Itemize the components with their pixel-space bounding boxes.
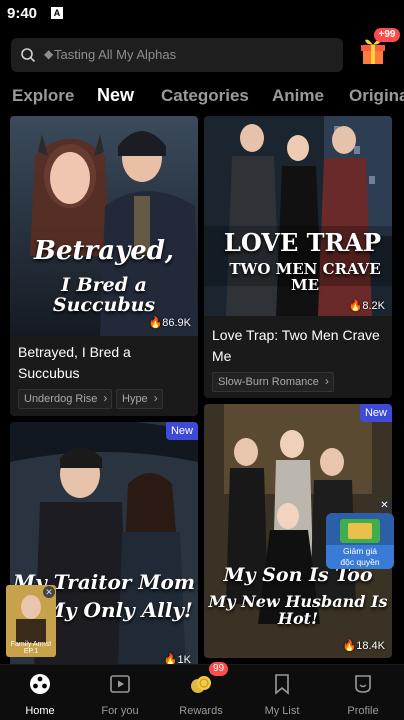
nav-label: Profile <box>347 705 379 717</box>
mini-player-episode: Family Armst EP.1 <box>6 641 56 655</box>
tab-new[interactable]: New <box>97 85 134 106</box>
gift-badge: +99 <box>374 28 400 42</box>
flame-icon: 🔥 <box>148 317 163 329</box>
card-title[interactable]: Betrayed, I Bred a Succubus <box>18 342 190 384</box>
new-badge: New <box>359 404 392 422</box>
mini-player-close-icon[interactable]: ✕ <box>43 586 55 598</box>
promo-popup[interactable]: Giảm giá độc quyền <box>326 513 394 569</box>
tab-explore[interactable]: Explore <box>12 86 74 106</box>
nav-profile[interactable]: Profile <box>323 665 403 720</box>
gift-button[interactable]: +99 <box>357 28 401 68</box>
new-badge: New <box>165 422 198 440</box>
coins-icon <box>191 676 211 693</box>
view-count: 🔥8.2K <box>349 299 385 312</box>
promo-line2: độc quyền <box>340 557 380 567</box>
notification-app-icon: A <box>51 7 63 19</box>
poster-title-line2: TWO MEN CRAVE ME <box>229 260 381 294</box>
flame-icon: 🔥 <box>342 640 357 652</box>
status-bar: 9:40 A <box>0 0 404 28</box>
card-title[interactable]: Love Trap: Two Men Crave Me <box>212 325 384 367</box>
nav-label: Rewards <box>179 705 223 717</box>
view-count-value: 8.2K <box>362 300 385 312</box>
rewards-badge: 99 <box>209 662 229 676</box>
nav-label: For you <box>101 705 139 717</box>
nav-for-you[interactable]: For you <box>80 665 160 720</box>
genre-tag[interactable]: Hype <box>116 389 163 409</box>
nav-home[interactable]: Home <box>0 665 80 720</box>
bottom-nav: Home For you Rewards My List Profile <box>0 664 404 720</box>
drama-card[interactable]: LOVE TRAP TWO MEN CRAVE ME 🔥8.2K Love Tr… <box>204 116 392 398</box>
poster-title-line1: Betrayed, <box>34 236 174 266</box>
card-poster[interactable]: Betrayed, I Bred a Succubus 🔥86.9K <box>10 116 198 336</box>
card-poster[interactable]: LOVE TRAP TWO MEN CRAVE ME 🔥8.2K <box>204 116 392 316</box>
view-count: 🔥86.9K <box>149 316 191 329</box>
mini-player-episode-number: EP.1 <box>23 648 39 655</box>
play-square-icon <box>110 675 130 693</box>
nav-label: My List <box>264 705 300 717</box>
bookmark-icon <box>275 674 289 695</box>
promo-text: Giảm giá độc quyền <box>326 545 394 569</box>
wolf-icon: ◆ <box>44 47 54 61</box>
profile-icon <box>355 675 371 693</box>
nav-label: Home <box>25 705 55 717</box>
tab-categories[interactable]: Categories <box>161 86 249 106</box>
view-count-value: 18.4K <box>356 640 385 652</box>
search-icon <box>21 48 36 63</box>
genre-tag[interactable]: Underdog Rise <box>18 389 113 409</box>
mini-player[interactable]: ✕ Family Armst EP.1 <box>6 585 56 657</box>
nav-rewards[interactable]: Rewards <box>161 665 241 720</box>
home-icon <box>30 674 50 694</box>
flame-icon: 🔥 <box>348 300 363 312</box>
view-count: 🔥18.4K <box>343 639 385 652</box>
tab-anime[interactable]: Anime <box>272 86 324 106</box>
nav-my-list[interactable]: My List <box>242 665 322 720</box>
promo-close-icon[interactable]: ✕ <box>377 498 392 513</box>
search-placeholder: Tasting All My Alphas <box>54 47 177 62</box>
category-tabs: Explore New Categories Anime Originals <box>0 84 404 108</box>
tab-originals[interactable]: Originals <box>349 86 404 106</box>
poster-title-line2: My New Husband Is Hot! <box>208 592 388 628</box>
promo-line1: Giảm giá <box>342 546 377 556</box>
mini-player-caption: Family Armst <box>10 641 52 648</box>
poster-title-line2: I Bred a Succubus <box>52 274 156 316</box>
search-input[interactable]: ◆ Tasting All My Alphas <box>11 38 343 72</box>
view-count-value: 86.9K <box>162 317 191 329</box>
drama-card[interactable]: Betrayed, I Bred a Succubus 🔥86.9K Betra… <box>10 116 198 416</box>
status-time: 9:40 <box>7 5 38 22</box>
genre-tag[interactable]: Slow-Burn Romance <box>212 372 334 392</box>
poster-title-line1: LOVE TRAP <box>224 228 382 257</box>
